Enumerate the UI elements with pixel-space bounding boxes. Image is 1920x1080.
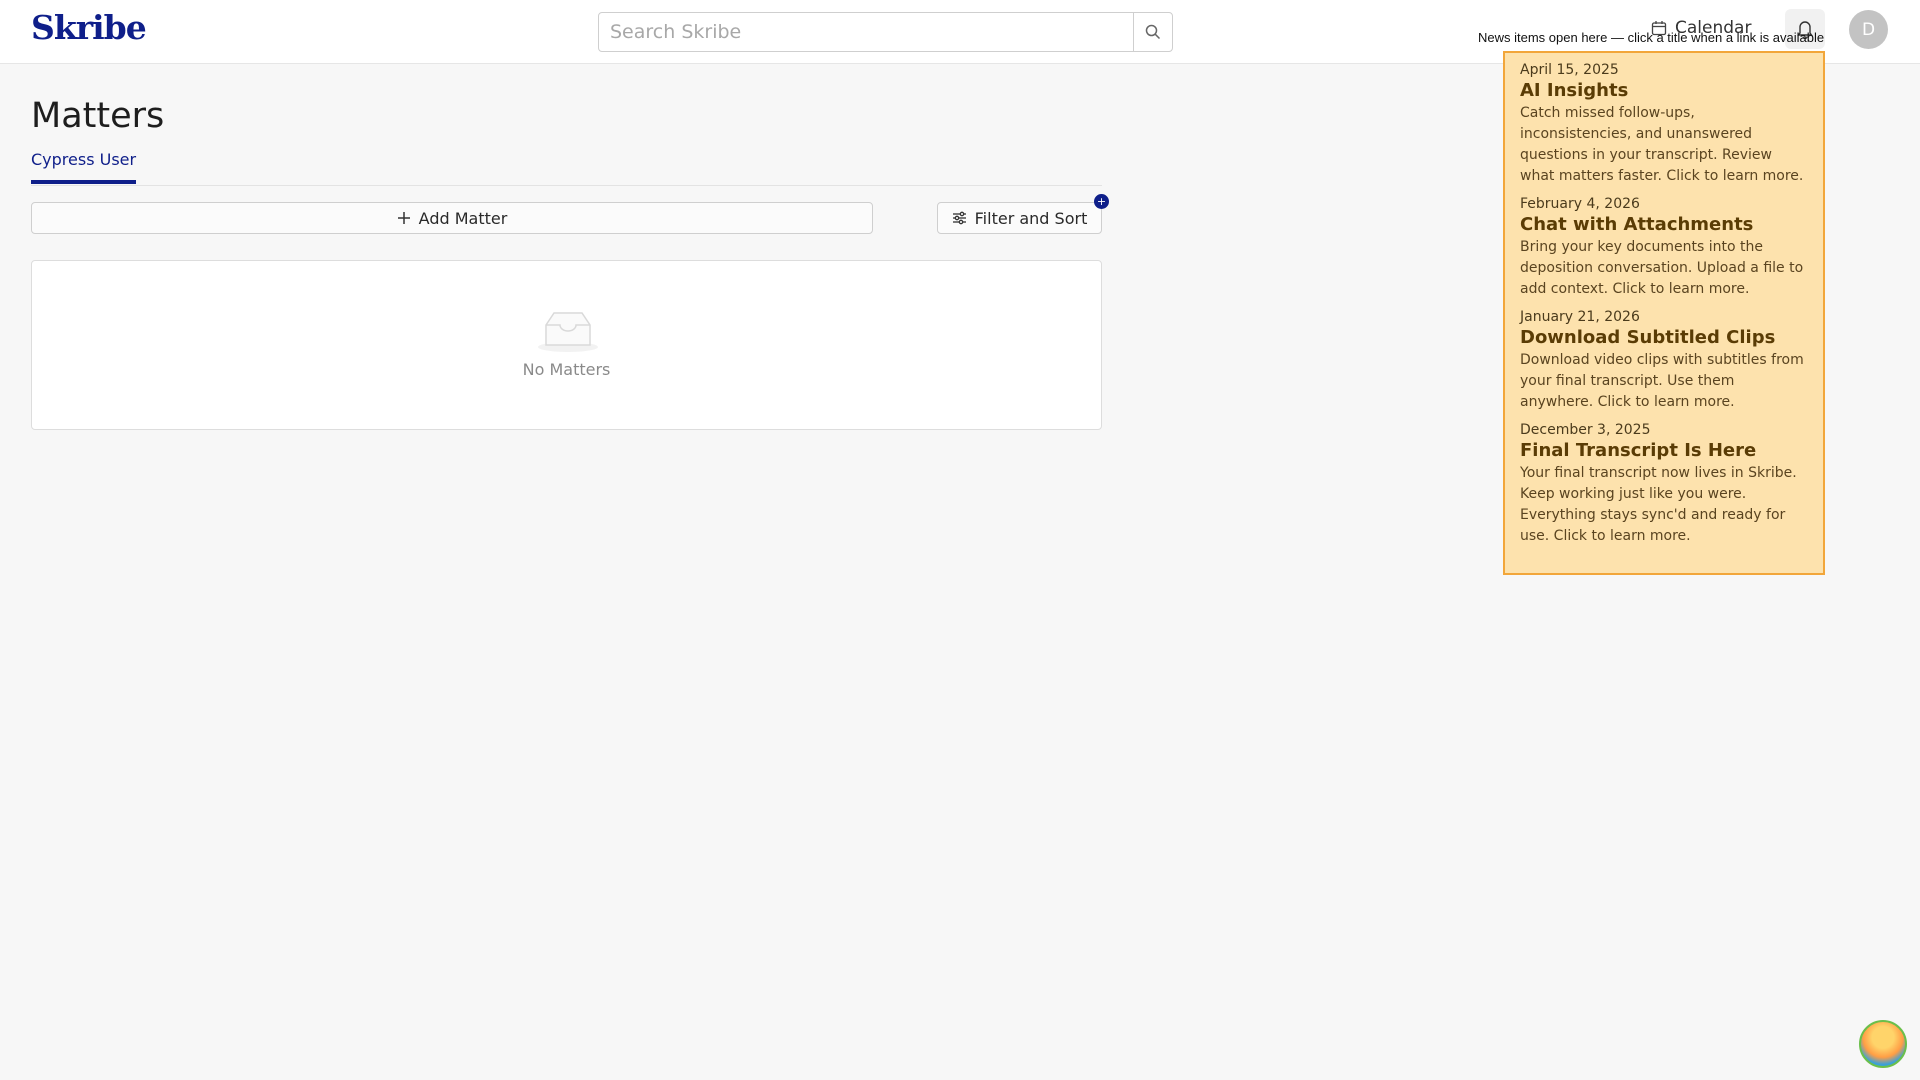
add-matter-label: Add Matter — [418, 208, 508, 228]
search-button[interactable] — [1133, 13, 1172, 51]
news-title[interactable]: Chat with Attachments — [1520, 213, 1809, 237]
news-item: December 3, 2025 Final Transcript Is Her… — [1520, 421, 1809, 547]
filter-sort-label: Filter and Sort — [974, 208, 1088, 228]
news-title[interactable]: Final Transcript Is Here — [1520, 439, 1809, 463]
page-title: Matters — [31, 96, 165, 136]
news-title[interactable]: Download Subtitled Clips — [1520, 326, 1809, 350]
news-item: January 21, 2026 Download Subtitled Clip… — [1520, 308, 1809, 413]
user-avatar[interactable]: D — [1849, 10, 1888, 49]
news-item: April 15, 2025 AI Insights Catch missed … — [1520, 61, 1809, 187]
news-date: January 21, 2026 — [1520, 309, 1640, 325]
plus-icon — [397, 212, 410, 224]
sliders-icon — [952, 211, 966, 225]
news-body: Catch missed follow-ups, inconsistencies… — [1520, 105, 1804, 184]
filter-badge: + — [1094, 194, 1109, 209]
search-box — [598, 12, 1173, 52]
news-date: December 3, 2025 — [1520, 422, 1651, 438]
skribe-logo[interactable]: Skribe — [31, 8, 147, 47]
news-date: February 4, 2026 — [1520, 196, 1640, 212]
add-matter-button[interactable]: Add Matter — [31, 202, 873, 234]
search-icon — [1145, 24, 1161, 40]
tab-bar: Cypress User — [31, 150, 1102, 186]
news-body: Download video clips with subtitles from… — [1520, 352, 1804, 410]
assistant-launcher-button[interactable] — [1859, 1020, 1907, 1068]
filter-sort-button[interactable]: Filter and Sort — [937, 202, 1102, 234]
tab-cypress-user[interactable]: Cypress User — [31, 150, 137, 184]
news-title[interactable]: AI Insights — [1520, 79, 1809, 103]
news-panel: April 15, 2025 AI Insights Catch missed … — [1503, 51, 1825, 575]
search-input[interactable] — [599, 13, 1133, 51]
matters-list: No Matters — [31, 260, 1102, 430]
news-item: February 4, 2026 Chat with Attachments B… — [1520, 195, 1809, 300]
news-tooltip: News items open here — click a title whe… — [1478, 30, 1825, 45]
news-date: April 15, 2025 — [1520, 62, 1619, 78]
news-body: Bring your key documents into the deposi… — [1520, 239, 1804, 297]
inbox-icon — [538, 312, 598, 352]
news-body: Your final transcript now lives in Skrib… — [1520, 465, 1797, 544]
empty-state-text: No Matters — [522, 360, 611, 379]
